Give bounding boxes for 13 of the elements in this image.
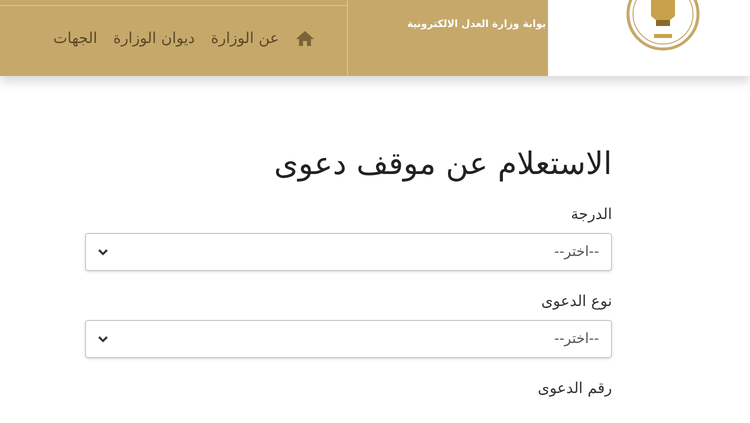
field-label: الدرجة [570, 204, 612, 224]
nav-link[interactable]: ديوان الوزارة [113, 26, 195, 50]
dropdown-select[interactable]: --اختر-- [85, 320, 612, 358]
field-label: رقم الدعوى [538, 378, 612, 398]
chevron-down-icon [98, 336, 108, 342]
field-label: نوع الدعوى [541, 291, 612, 311]
nav-link[interactable]: الجهات [53, 26, 98, 50]
page-title: الاستعلام عن موقف دعوى [274, 145, 612, 184]
home-icon[interactable] [295, 30, 315, 46]
nav-link[interactable]: عن الوزارة [210, 26, 279, 50]
portal-name: بوابة وزارة العدل الالكترونية [407, 19, 546, 30]
dropdown-select[interactable]: --اختر-- [85, 233, 612, 271]
chevron-down-icon [98, 248, 108, 256]
